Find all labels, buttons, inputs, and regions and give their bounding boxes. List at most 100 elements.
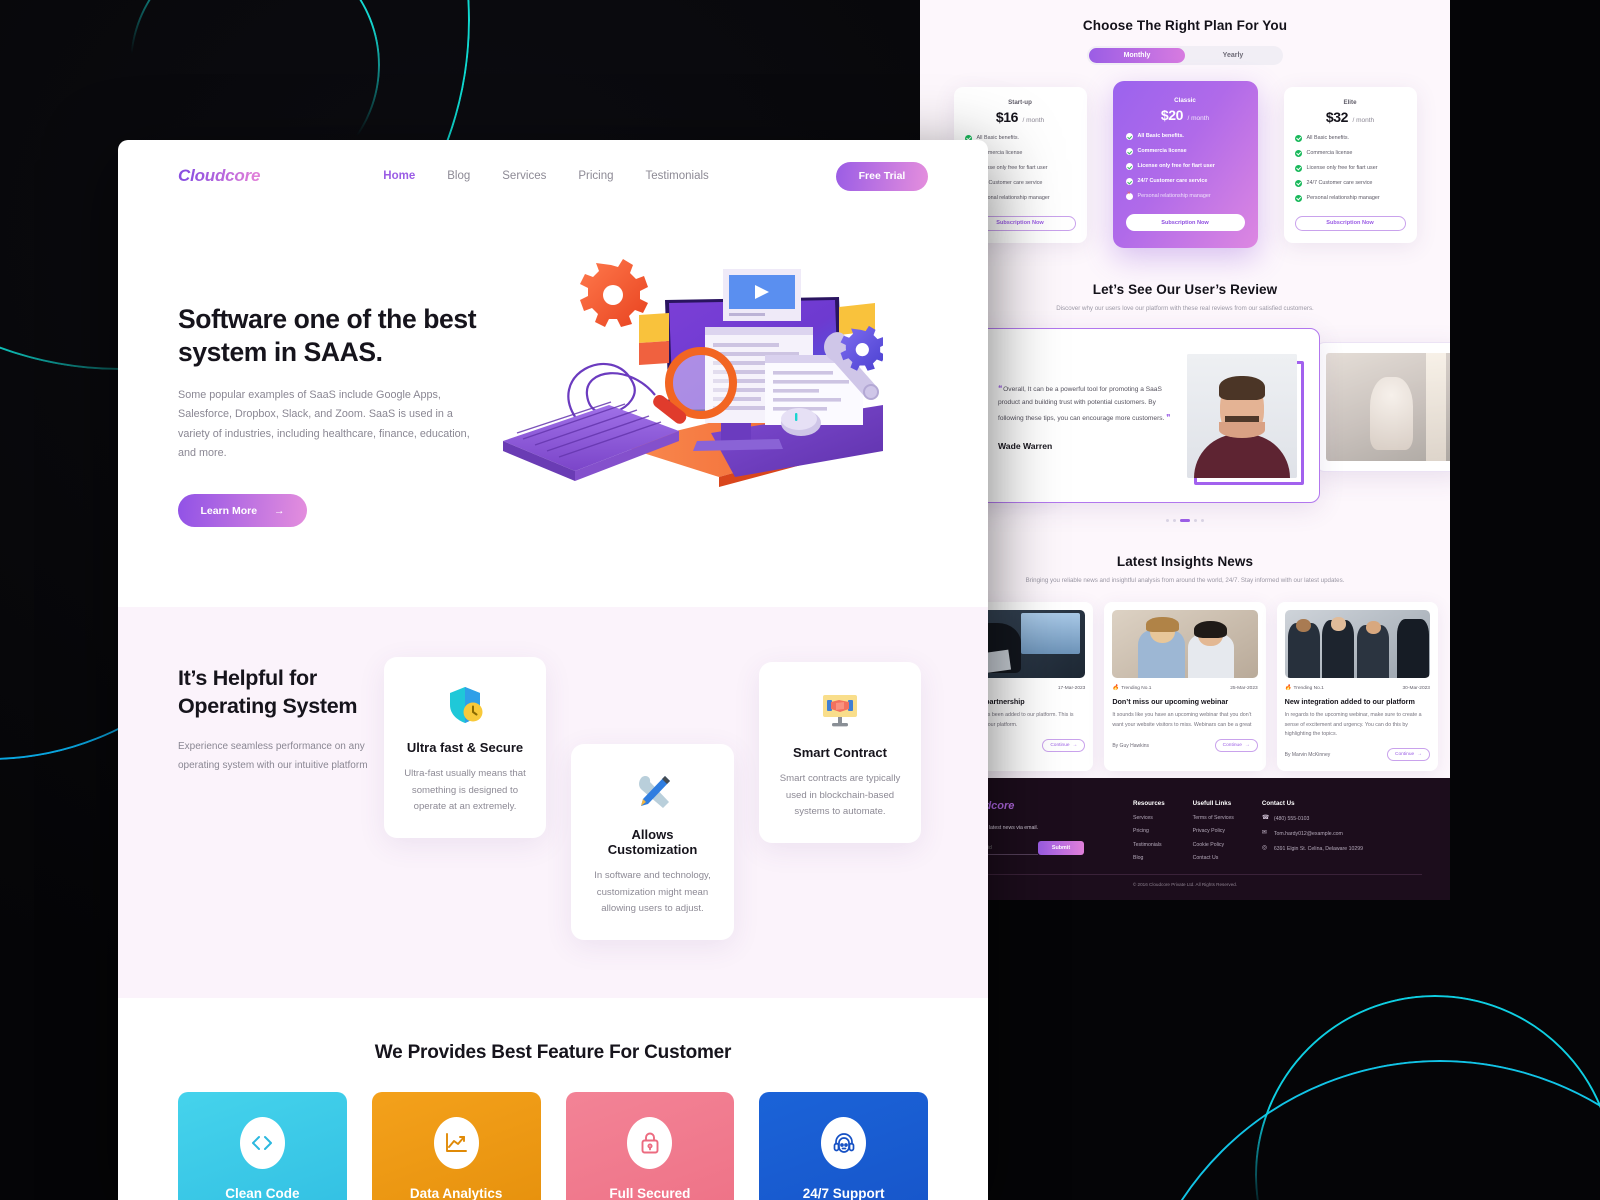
review-author: Wade Warren bbox=[998, 440, 1053, 451]
news-footer: By Marvin McKinney Continue → bbox=[1285, 748, 1430, 762]
helpful-card-title: Ultra fast & Secure bbox=[406, 740, 524, 755]
news-subtitle: Bringing you reliable news and insightfu… bbox=[1025, 577, 1345, 585]
footer-column-contact: Contact Us ☎ (480) 555-0103 ✉ Tom.hardy012… bbox=[1262, 800, 1363, 861]
pricing-title: Choose The Right Plan For You bbox=[1082, 18, 1288, 33]
learn-more-button[interactable]: Learn More → bbox=[178, 494, 307, 527]
news-footer: By Guy Hawkins Continue → bbox=[1112, 739, 1258, 752]
news-date: 25-Mar-2023 bbox=[1230, 685, 1258, 691]
footer-link[interactable]: Pricing bbox=[1133, 828, 1165, 834]
continue-button[interactable]: Continue → bbox=[1042, 739, 1086, 752]
feature-card-support[interactable]: 24/7 Support Clean Code Refers To A Set … bbox=[759, 1091, 928, 1200]
carousel-dot[interactable] bbox=[1166, 519, 1169, 523]
plan-feature: License only free for fiart user bbox=[1125, 163, 1245, 170]
news-title: Latest Insights News bbox=[1116, 554, 1254, 570]
plan-price-amount: $20 bbox=[1160, 107, 1184, 123]
news-date: 17-Mar-2023 bbox=[1057, 685, 1086, 691]
subscribe-button[interactable]: Subscription Now bbox=[1125, 214, 1245, 231]
reviews-title: Let’s See Our User’s Review bbox=[1092, 282, 1278, 297]
feature-card-clean-code[interactable]: Clean Code Clean Code Refers To A Set Of… bbox=[178, 1091, 347, 1200]
plan-feature-label: All Basic benefits. bbox=[976, 134, 1020, 141]
screenshot-stage: Choose The Right Plan For You Monthly Ye… bbox=[0, 0, 1600, 1200]
check-icon bbox=[1294, 149, 1302, 157]
news-card[interactable]: 🔥 Trending No.1 30-Mar-2023 New integrati… bbox=[1276, 602, 1438, 772]
arrow-right-icon: → bbox=[1072, 743, 1078, 748]
plan-feature-label: License only free for fiart user bbox=[1306, 164, 1378, 171]
news-date: 30-Mar-2023 bbox=[1402, 685, 1430, 691]
helpful-section: It’s Helpful for Operating System Experi… bbox=[118, 607, 988, 998]
review-card-next[interactable] bbox=[1315, 342, 1450, 473]
nav-link-home[interactable]: Home bbox=[383, 170, 415, 182]
feature-card-title: Full Secured bbox=[609, 1185, 691, 1200]
helpful-card-ultra-fast-secure[interactable]: Ultra fast & Secure Ultra-fast usually m… bbox=[384, 657, 546, 838]
footer-column-resources: Resources Services Pricing Testimonials … bbox=[1133, 800, 1165, 861]
plan-price: $32 / month bbox=[1295, 109, 1406, 127]
pricing-section: Choose The Right Plan For You Monthly Ye… bbox=[920, 0, 1450, 248]
submit-button[interactable]: Submit bbox=[1038, 841, 1084, 855]
review-card-active[interactable]: ❝ Overall, It can be a powerful tool for… bbox=[975, 328, 1320, 504]
footer-link[interactable]: Blog bbox=[1133, 855, 1165, 861]
plan-feature: 24/7 Customer care service bbox=[1125, 178, 1245, 185]
plan-feature: All Basic benefits. bbox=[1294, 134, 1406, 142]
footer-link[interactable]: Services bbox=[1133, 815, 1165, 821]
news-card[interactable]: 🔥 Trending No.1 25-Mar-2023 Don’t miss ou… bbox=[1104, 602, 1266, 772]
arrow-right-icon: → bbox=[1417, 752, 1422, 758]
news-headline: New integration added to our platform bbox=[1284, 697, 1415, 707]
pricing-card-elite[interactable]: Elite $32 / month All Basic benefits. Co… bbox=[1283, 86, 1417, 243]
footer-column-heading: Contact Us bbox=[1261, 800, 1295, 807]
contact-email[interactable]: ✉ Tom.hardy012@example.com bbox=[1262, 830, 1363, 837]
nav-link-blog[interactable]: Blog bbox=[447, 170, 470, 182]
brand-logo[interactable]: Cloudcore bbox=[178, 166, 260, 186]
nav-link-pricing[interactable]: Pricing bbox=[578, 170, 613, 182]
footer-link[interactable]: Privacy Policy bbox=[1193, 828, 1234, 834]
footer-link[interactable]: Terms of Services bbox=[1193, 815, 1234, 821]
pricing-card-classic[interactable]: Classic $20 / month All Basic benefits. … bbox=[1112, 81, 1258, 248]
nav-link-services[interactable]: Services bbox=[502, 170, 546, 182]
carousel-dot[interactable] bbox=[1201, 519, 1204, 523]
plan-price-period: / month bbox=[1022, 116, 1045, 124]
feature-card-data-analytics[interactable]: Data Analytics Data Analytics Is The Pro… bbox=[371, 1091, 541, 1200]
carousel-dot-active[interactable] bbox=[1180, 519, 1190, 523]
review-photo bbox=[1187, 353, 1304, 485]
toggle-monthly[interactable]: Monthly bbox=[1089, 48, 1185, 63]
continue-button[interactable]: Continue → bbox=[1214, 739, 1258, 752]
footer-link[interactable]: Contact Us bbox=[1193, 855, 1234, 861]
helpful-card-title: Allows Customization bbox=[607, 827, 698, 857]
check-icon bbox=[1294, 164, 1302, 172]
footer-link[interactable]: Cookie Policy bbox=[1193, 842, 1234, 848]
nav-link-testimonials[interactable]: Testimonials bbox=[646, 170, 709, 182]
pricing-plan-list: Start-up $16 / month All Basic benefits.… bbox=[920, 81, 1450, 248]
footer-link[interactable]: Testimonials bbox=[1133, 842, 1165, 848]
code-brackets-icon bbox=[239, 1116, 285, 1169]
main-navigation: Cloudcore Home Blog Services Pricing Tes… bbox=[118, 140, 988, 212]
carousel-dots[interactable] bbox=[920, 519, 1450, 523]
feature-card-title: 24/7 Support bbox=[802, 1185, 885, 1200]
reviews-section: Let’s See Our User’s Review Discover why… bbox=[920, 282, 1450, 528]
primary-page-mockup: Cloudcore Home Blog Services Pricing Tes… bbox=[118, 140, 988, 1200]
carousel-dot[interactable] bbox=[1194, 519, 1197, 523]
footer-column-heading: Usefull Links bbox=[1192, 800, 1232, 807]
hero-section: Software one of the best system in SAAS.… bbox=[118, 212, 988, 527]
shield-clock-icon bbox=[402, 682, 528, 728]
free-trial-button[interactable]: Free Trial bbox=[836, 161, 928, 191]
plan-price-amount: $32 bbox=[1325, 108, 1349, 125]
continue-button[interactable]: Continue → bbox=[1386, 748, 1430, 762]
plan-name: Classic bbox=[1174, 97, 1196, 104]
helpful-card-body: Ultra-fast usually means that something … bbox=[404, 768, 526, 812]
helpful-card-smart-contract[interactable]: Smart Contract Smart contracts are typic… bbox=[759, 662, 921, 843]
saas-workstation-illustration bbox=[503, 259, 886, 487]
review-text: ❝ Overall, It can be a powerful tool for… bbox=[998, 381, 1173, 426]
contact-phone[interactable]: ☎ (480) 555-0103 bbox=[1262, 815, 1363, 822]
news-author: By Guy Hawkins bbox=[1112, 742, 1150, 749]
toggle-yearly[interactable]: Yearly bbox=[1185, 48, 1281, 63]
continue-label: Continue bbox=[1050, 743, 1070, 748]
billing-period-toggle[interactable]: Monthly Yearly bbox=[1087, 46, 1283, 65]
check-icon bbox=[1125, 178, 1133, 185]
subscribe-button[interactable]: Subscription Now bbox=[1294, 215, 1406, 231]
carousel-dot[interactable] bbox=[1173, 519, 1176, 523]
feature-card-title: Data Analytics bbox=[409, 1185, 503, 1200]
customer-feature-list: Clean Code Clean Code Refers To A Set Of… bbox=[178, 1091, 928, 1200]
flame-icon: 🔥 bbox=[1284, 685, 1292, 692]
helpful-card-allows-customization[interactable]: Allows Customization In software and tec… bbox=[571, 744, 734, 940]
feature-card-full-secured[interactable]: Full Secured Clean Code Refers To A Set … bbox=[565, 1091, 735, 1200]
plan-price-period: / month bbox=[1187, 115, 1210, 122]
